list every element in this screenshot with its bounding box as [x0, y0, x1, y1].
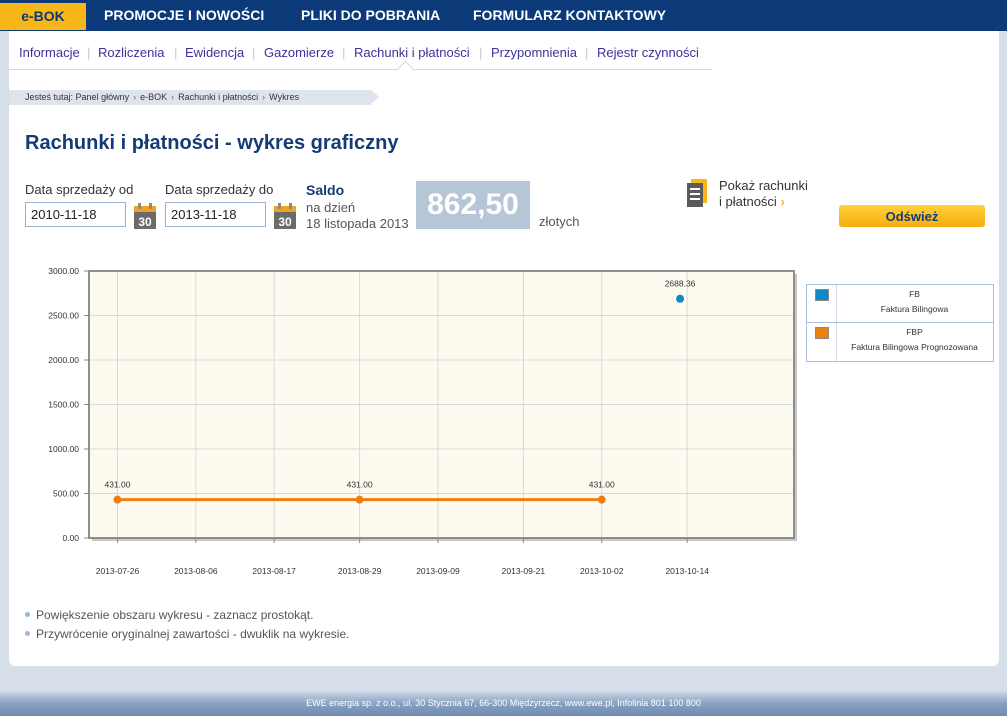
saldo-date-text: na dzień 18 listopada 2013 [306, 200, 409, 232]
subnav-separator: | [585, 45, 589, 60]
date-from-input[interactable] [25, 202, 126, 227]
legend-item-fbp[interactable]: FBP Faktura Bilingowa Prognozowana [807, 323, 993, 361]
show-bills-line1: Pokaż rachunki [719, 178, 808, 193]
document-icon[interactable] [685, 179, 709, 209]
saldo-amount: 862,50 [416, 181, 530, 229]
date-to-label: Data sprzedaży do [165, 182, 274, 197]
subnav-separator: | [342, 45, 346, 60]
legend-code: FB [909, 289, 920, 299]
x-tick-label: 2013-08-29 [338, 566, 382, 576]
data-label-fb: 2688.36 [665, 279, 696, 289]
y-tick-label: 0.00 [62, 533, 79, 543]
calendar-day: 30 [138, 215, 152, 229]
saldo-on-day: na dzień [306, 200, 356, 215]
y-tick-label: 1000.00 [48, 444, 79, 454]
data-label-fbp: 431.00 [104, 480, 130, 490]
active-tab-indicator [397, 60, 414, 77]
subnav-gas-meters[interactable]: Gazomierze [264, 45, 334, 60]
legend-swatch-fb [815, 289, 829, 301]
refresh-button[interactable]: Odśwież [839, 205, 985, 227]
date-from-label: Data sprzedaży od [25, 182, 134, 197]
footer: EWE energia sp. z o.o., ul. 30 Stycznia … [0, 690, 1007, 716]
subnav-reminders[interactable]: Przypomnienia [491, 45, 577, 60]
saldo-title: Saldo [306, 182, 345, 198]
breadcrumb-chevron-icon: › [133, 92, 137, 102]
subnav-bills-payments[interactable]: Rachunki i płatności [354, 45, 470, 60]
subnav-records[interactable]: Ewidencja [185, 45, 244, 60]
subnav-activity-log[interactable]: Rejestr czynności [597, 45, 699, 60]
date-to-input[interactable] [165, 202, 266, 227]
legend-code: FBP [906, 327, 923, 337]
breadcrumb-ebok[interactable]: e-BOK [140, 92, 167, 102]
data-label-fbp: 431.00 [589, 480, 615, 490]
x-tick-label: 2013-08-06 [174, 566, 218, 576]
breadcrumb-prefix: Jesteś tutaj: [25, 92, 74, 102]
nav-contact-form[interactable]: FORMULARZ KONTAKTOWY [473, 0, 666, 31]
y-tick-label: 500.00 [53, 489, 79, 499]
show-bills-line2: i płatności [719, 194, 777, 209]
legend-description: Faktura Bilingowa Prognozowana [851, 342, 978, 352]
subnav-settlements[interactable]: Rozliczenia [98, 45, 164, 60]
subnav-separator: | [479, 45, 483, 60]
legend-item-fb[interactable]: FB Faktura Bilingowa [807, 285, 993, 323]
data-label-fbp: 431.00 [347, 480, 373, 490]
y-tick-label: 2500.00 [48, 311, 79, 321]
saldo-currency: złotych [539, 214, 580, 229]
legend-description: Faktura Bilingowa [880, 304, 949, 314]
top-navigation: e-BOK PROMOCJE I NOWOŚCI PLIKI DO POBRAN… [0, 0, 1007, 31]
calendar-icon[interactable]: 30 [134, 203, 156, 229]
subnav-separator: | [174, 45, 178, 60]
subnav-info[interactable]: Informacje [19, 45, 80, 60]
data-point-fbp [355, 495, 364, 504]
chart-area[interactable]: 0.00 500.00 1000.00 1500.00 2000.00 2500.00 30… [9, 256, 799, 616]
data-point-fbp [113, 495, 122, 504]
hint-reset: Przywrócenie oryginalnej zawartości - dw… [25, 627, 349, 646]
nav-downloads[interactable]: PLIKI DO POBRANIA [301, 0, 440, 31]
show-bills-link[interactable]: Pokaż rachunki i płatności › [719, 178, 808, 210]
saldo-date: 18 listopada 2013 [306, 216, 409, 231]
x-tick-label: 2013-08-17 [252, 566, 296, 576]
subnav-separator: | [252, 45, 256, 60]
chevron-right-icon: › [780, 194, 785, 209]
subnav-separator: | [87, 45, 91, 60]
hint-zoom: Powiększenie obszaru wykresu - zaznacz p… [25, 608, 349, 627]
x-tick-label: 2013-09-21 [502, 566, 546, 576]
x-tick-label: 2013-09-09 [416, 566, 460, 576]
chart-hints: Powiększenie obszaru wykresu - zaznacz p… [25, 608, 349, 646]
chart-legend: FB Faktura Bilingowa FBP Faktura Bilingo… [806, 284, 994, 362]
data-point-fbp [597, 495, 606, 504]
breadcrumb: Jesteś tutaj: Panel główny › e-BOK › Rachunk… [9, 90, 379, 105]
y-tick-label: 1500.00 [48, 400, 79, 410]
nav-ebok-home[interactable]: e-BOK [0, 3, 86, 30]
calendar-day: 30 [278, 215, 292, 229]
breadcrumb-chevron-icon: › [262, 92, 266, 102]
calendar-icon[interactable]: 30 [274, 203, 296, 229]
legend-swatch-fbp [815, 327, 829, 339]
x-tick-label: 2013-10-02 [580, 566, 624, 576]
y-tick-label: 3000.00 [48, 266, 79, 276]
main-panel: Informacje | Rozliczenia | Ewidencja | G… [9, 31, 999, 666]
y-tick-label: 2000.00 [48, 355, 79, 365]
x-tick-label: 2013-07-26 [96, 566, 140, 576]
nav-promotions[interactable]: PROMOCJE I NOWOŚCI [104, 0, 264, 31]
x-tick-label: 2013-10-14 [665, 566, 709, 576]
breadcrumb-current: Wykres [269, 92, 300, 102]
page-title: Rachunki i płatności - wykres graficzny [25, 132, 399, 154]
sub-navigation: Informacje | Rozliczenia | Ewidencja | G… [9, 31, 712, 77]
breadcrumb-home[interactable]: Panel główny [76, 92, 130, 102]
breadcrumb-chevron-icon: › [171, 92, 175, 102]
data-point-fb [676, 294, 685, 303]
breadcrumb-bills[interactable]: Rachunki i płatności [178, 92, 258, 102]
